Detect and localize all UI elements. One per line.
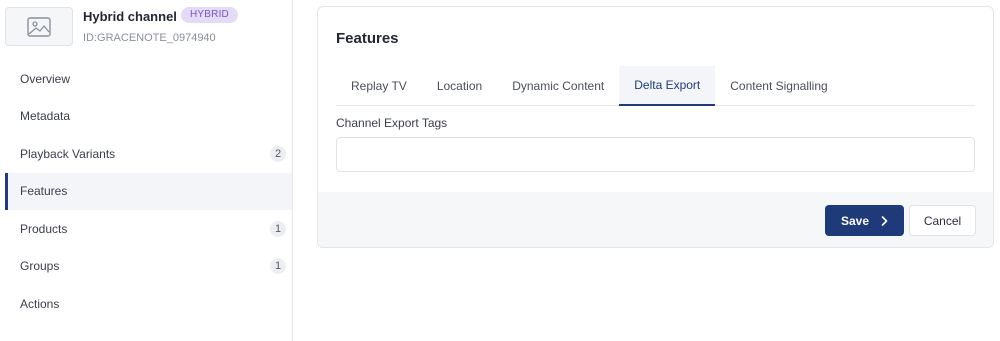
channel-header: Hybrid channel HYBRID ID:GRACENOTE_09749…: [5, 7, 295, 47]
sidebar-item-label: Playback Variants: [20, 146, 116, 161]
tab-location[interactable]: Location: [422, 66, 497, 106]
save-button[interactable]: Save: [825, 205, 904, 236]
sidebar-item-overview[interactable]: Overview: [5, 60, 292, 98]
sidebar-item-label: Products: [20, 221, 68, 236]
cancel-button[interactable]: Cancel: [909, 205, 976, 236]
features-panel: Features Replay TV Location Dynamic Conten…: [317, 6, 994, 248]
tab-content-signalling[interactable]: Content Signalling: [715, 66, 842, 106]
channel-export-tags-label: Channel Export Tags: [336, 116, 448, 130]
channel-title: Hybrid channel: [83, 9, 177, 24]
chevron-right-icon: [881, 215, 888, 226]
channel-thumbnail: [5, 7, 73, 46]
feature-tabs: Replay TV Location Dynamic Content Delta Ex…: [336, 66, 975, 106]
tab-dynamic-content[interactable]: Dynamic Content: [497, 66, 619, 106]
count-badge: 1: [270, 220, 286, 237]
sidebar-item-actions[interactable]: Actions: [5, 285, 292, 323]
sidebar-item-label: Features: [20, 184, 68, 199]
channel-id: ID:GRACENOTE_0974940: [83, 32, 216, 44]
page-title: Features: [336, 30, 399, 47]
sidebar-nav: Overview Metadata Playback Variants 2 Featur…: [5, 60, 292, 323]
count-badge: 1: [270, 258, 286, 275]
sidebar-item-groups[interactable]: Groups 1: [5, 248, 292, 286]
sidebar-item-label: Actions: [20, 296, 60, 311]
sidebar-item-label: Overview: [20, 71, 71, 86]
sidebar-item-label: Groups: [20, 259, 60, 274]
channel-type-badge: HYBRID: [181, 7, 238, 23]
image-placeholder-icon: [27, 16, 51, 37]
tab-delta-export[interactable]: Delta Export: [619, 66, 716, 106]
channel-export-tags-input[interactable]: [336, 137, 975, 172]
sidebar-item-metadata[interactable]: Metadata: [5, 98, 292, 136]
sidebar-item-playback-variants[interactable]: Playback Variants 2: [5, 135, 292, 173]
sidebar-item-products[interactable]: Products 1: [5, 210, 292, 248]
panel-footer: Save Cancel: [318, 192, 993, 247]
save-button-label: Save: [840, 213, 870, 228]
tab-replay-tv[interactable]: Replay TV: [336, 66, 422, 106]
count-badge: 2: [270, 145, 286, 162]
sidebar: Hybrid channel HYBRID ID:GRACENOTE_09749…: [0, 0, 293, 341]
sidebar-item-features[interactable]: Features: [5, 172, 292, 210]
sidebar-item-label: Metadata: [20, 109, 71, 124]
